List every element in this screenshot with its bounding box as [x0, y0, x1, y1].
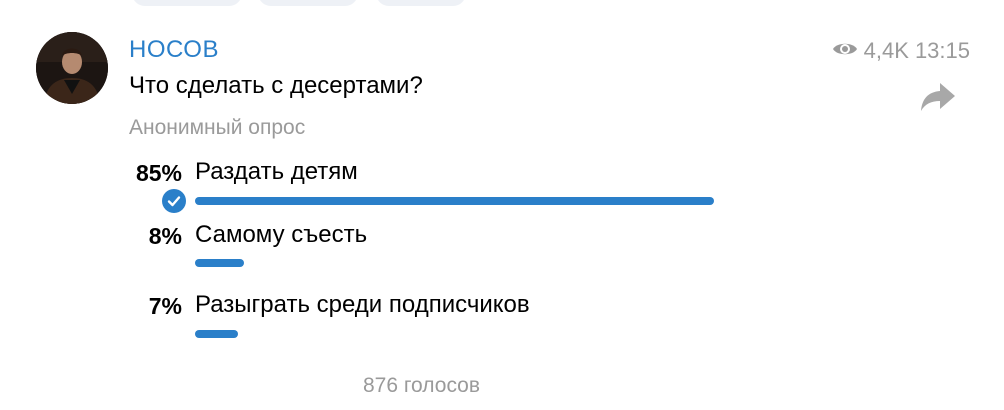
option-label: Самому съесть	[195, 221, 368, 248]
channel-name[interactable]: НОСОВ	[129, 36, 219, 64]
check-circle-icon	[162, 189, 186, 213]
channel-avatar[interactable]	[36, 32, 108, 104]
option-label: Раздать детям	[195, 158, 358, 185]
poll-type-label: Анонимный опрос	[129, 116, 306, 139]
eye-icon	[832, 38, 858, 64]
option-bar	[195, 330, 238, 338]
poll-question: Что сделать с десертами?	[129, 72, 423, 99]
top-pill[interactable]	[258, 0, 358, 6]
option-percent: 8%	[148, 223, 182, 249]
share-arrow-icon[interactable]	[919, 80, 957, 114]
option-percent: 85%	[135, 160, 182, 186]
option-bar	[195, 259, 244, 267]
views-count: 4,4K	[863, 38, 909, 63]
option-bar	[195, 197, 714, 205]
post-meta: 4,4K 13:15	[832, 38, 970, 64]
top-pill[interactable]	[376, 0, 466, 6]
top-pill[interactable]	[132, 0, 242, 6]
votes-count: 876 голосов	[362, 374, 481, 397]
option-label: Разыграть среди подписчиков	[195, 291, 530, 318]
option-percent: 7%	[148, 293, 182, 319]
post-time: 13:15	[914, 38, 970, 63]
